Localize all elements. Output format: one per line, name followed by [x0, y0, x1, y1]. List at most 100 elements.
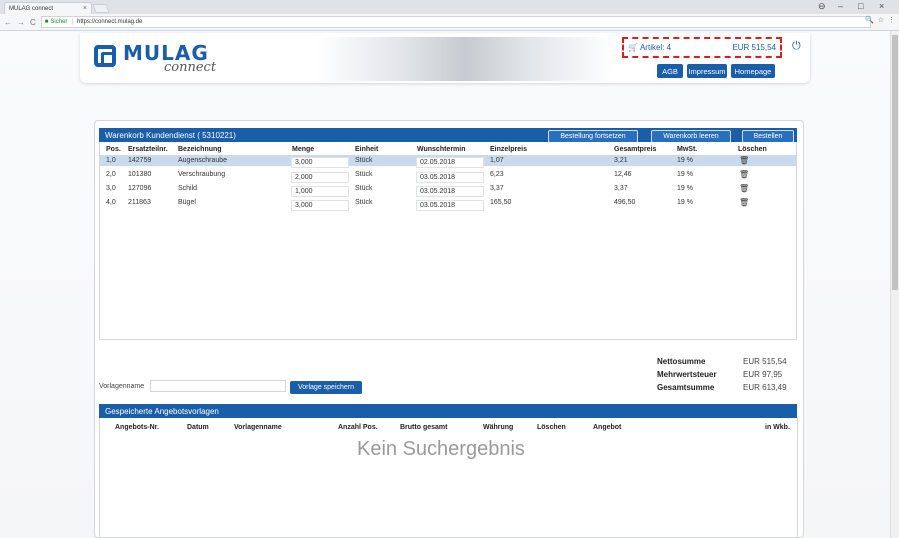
row-mwst: 19 %	[677, 199, 693, 206]
row-einzel: 165,50	[490, 199, 512, 206]
delete-trash-icon[interactable]: 🗑	[739, 184, 749, 193]
mulag-logo-icon[interactable]	[94, 45, 116, 67]
col-einzel: Einzelpreis	[490, 146, 527, 153]
gross-total-value: EUR 613,49	[743, 383, 787, 392]
save-template-button[interactable]: Vorlage speichern	[290, 381, 362, 394]
col-vorlagenname: Vorlagenname	[234, 424, 282, 431]
maximize-icon[interactable]: □	[858, 1, 863, 11]
row-bez: Bügel	[178, 199, 196, 206]
row-einheit: Stück	[355, 185, 373, 192]
gross-total-label: Gesamtsumme	[657, 383, 715, 392]
address-bar[interactable]: ■ Sicher | https://connect.mulag.de	[40, 16, 871, 28]
tab-title: MULAG connect	[9, 5, 54, 12]
col-angebot-nr: Angebots-Nr.	[115, 424, 159, 431]
row-gesamt: 3,21	[614, 157, 628, 164]
row-pos: 4,0	[106, 199, 116, 206]
template-name-label: Vorlagenname	[99, 383, 145, 390]
window-close-icon[interactable]: ×	[879, 1, 884, 11]
template-name-input[interactable]	[150, 380, 286, 392]
col-angebot: Angebot	[593, 424, 622, 431]
vat-label: Mehrwertsteuer	[657, 370, 717, 379]
row-einheit: Stück	[355, 171, 373, 178]
logout-power-icon[interactable]: ⏻	[792, 40, 801, 53]
col-anzahl-pos: Anzahl Pos.	[338, 424, 378, 431]
browser-tab[interactable]: MULAG connect ×	[4, 2, 92, 14]
delete-trash-icon[interactable]: 🗑	[739, 198, 749, 207]
net-total-value: EUR 515,54	[743, 357, 787, 366]
browser-actions: 🔍 ☆ ⋮	[865, 16, 895, 24]
divider	[99, 418, 100, 538]
row-bez: Augenschraube	[178, 157, 228, 164]
new-tab-button[interactable]	[92, 4, 110, 13]
cart-summary[interactable]: 🛒 Artikel: 4 EUR 515,54	[622, 37, 782, 58]
row-bez: Schild	[178, 185, 198, 192]
tab-close-icon[interactable]: ×	[83, 5, 87, 12]
row-einheit: Stück	[355, 199, 373, 206]
row-gesamt: 3,37	[614, 185, 628, 192]
zoom-icon[interactable]: 🔍	[865, 16, 874, 24]
row-nr: 101380	[128, 171, 152, 178]
net-total-label: Nettosumme	[657, 357, 706, 366]
col-mwst: MwSt.	[677, 146, 698, 153]
saved-templates-title: Gespeicherte Angebotsvorlagen	[99, 404, 797, 418]
impressum-button[interactable]: Impressum	[687, 64, 727, 78]
logo-subtitle: connect	[164, 60, 217, 75]
cart-amount: EUR 515,54	[732, 43, 776, 52]
homepage-button[interactable]: Homepage	[731, 64, 775, 78]
scrollbar-thumb[interactable]	[892, 35, 898, 290]
lock-icon: ■	[44, 19, 49, 25]
no-results-message: Kein Suchergebnis	[357, 438, 525, 460]
col-termin: Wunschtermin	[417, 146, 466, 153]
row-mwst: 19 %	[677, 171, 693, 178]
cart-article-count: Artikel: 4	[639, 43, 672, 52]
row-einzel: 6,23	[490, 171, 504, 178]
agb-button[interactable]: AGB	[657, 64, 683, 78]
col-brutto: Brutto gesamt	[400, 424, 448, 431]
quantity-input[interactable]: 3,000	[291, 200, 349, 211]
col-gesamt: Gesamtpreis	[614, 146, 657, 153]
row-einzel: 1,07	[490, 157, 504, 164]
bookmark-star-icon[interactable]: ☆	[878, 16, 884, 24]
col-loeschen: Löschen	[738, 146, 767, 153]
delete-trash-icon[interactable]: 🗑	[739, 170, 749, 179]
row-mwst: 19 %	[677, 185, 693, 192]
header-banner-image	[315, 37, 615, 81]
minimize-icon[interactable]: –	[838, 1, 843, 11]
url-separator: |	[71, 19, 73, 25]
col-datum: Datum	[187, 424, 209, 431]
forward-icon[interactable]: →	[17, 18, 25, 27]
row-einheit: Stück	[355, 157, 373, 164]
back-icon[interactable]: ←	[4, 18, 12, 27]
date-input[interactable]: 02.05.2018	[416, 157, 484, 168]
quantity-input[interactable]: 1,000	[291, 186, 349, 197]
vat-value: EUR 97,95	[743, 370, 783, 379]
row-nr: 142759	[128, 157, 152, 164]
quantity-input[interactable]: 2,000	[291, 172, 349, 183]
row-bez: Verschraubung	[178, 171, 226, 178]
quantity-input[interactable]: 3,000	[291, 157, 349, 168]
row-pos: 2,0	[106, 171, 116, 178]
secure-label: Sicher	[50, 19, 68, 25]
divider	[797, 418, 798, 538]
row-gesamt: 496,50	[614, 199, 636, 206]
browser-menu-icon[interactable]: ⋮	[888, 16, 895, 24]
col-menge: Menge	[292, 146, 315, 153]
row-nr: 211863	[128, 199, 151, 206]
row-einzel: 3,37	[490, 185, 504, 192]
profile-icon[interactable]: ⊖	[818, 1, 826, 12]
row-mwst: 19 %	[677, 157, 693, 164]
date-input[interactable]: 03.05.2018	[416, 186, 484, 197]
col-einheit: Einheit	[355, 146, 379, 153]
col-nr: Ersatzteilnr.	[128, 146, 168, 153]
delete-trash-icon[interactable]: 🗑	[739, 156, 749, 165]
date-input[interactable]: 03.05.2018	[416, 200, 484, 211]
col-waehrung: Währung	[483, 424, 514, 431]
date-input[interactable]: 03.05.2018	[416, 172, 484, 183]
row-pos: 1,0	[106, 157, 116, 164]
url-text: https://connect.mulag.de	[76, 19, 143, 25]
reload-icon[interactable]: C	[30, 18, 36, 27]
row-gesamt: 12,46	[614, 171, 632, 178]
browser-titlebar	[0, 0, 899, 14]
col-pos: Pos.	[106, 146, 121, 153]
col-bez: Bezeichnung	[178, 146, 222, 153]
